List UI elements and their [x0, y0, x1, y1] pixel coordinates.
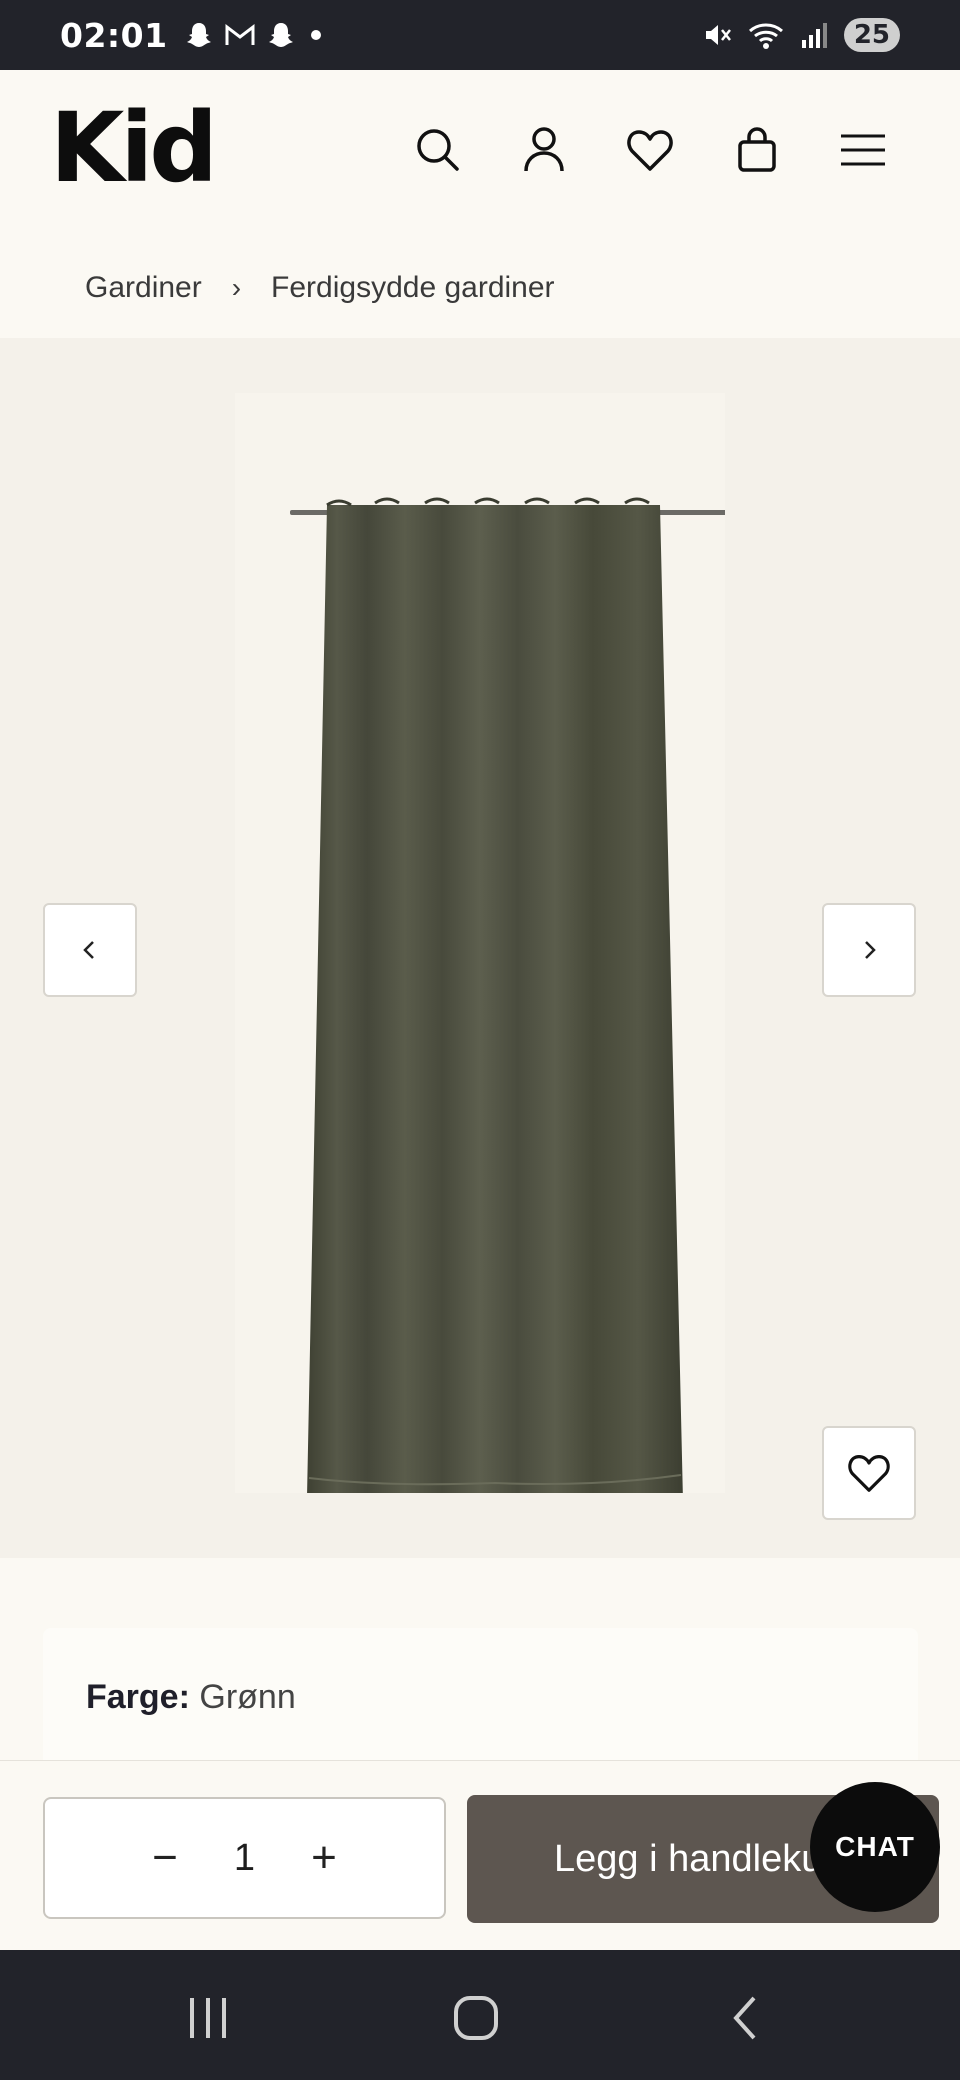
wishlist-icon [627, 130, 673, 171]
gallery-next-button[interactable] [822, 903, 916, 997]
status-bar: 02:01 25 [0, 0, 960, 70]
favorite-button[interactable] [822, 1426, 916, 1520]
dot-icon [310, 30, 321, 40]
back-icon [733, 1996, 756, 2040]
breadcrumb: Gardiner › Ferdigsydde gardiner [0, 238, 960, 338]
cart-icon [738, 127, 776, 172]
snapchat-icon [268, 23, 293, 47]
home-button[interactable] [446, 1990, 506, 2046]
logo[interactable]: Kid [50, 100, 218, 196]
quantity-decrease-button[interactable]: − [145, 1833, 185, 1883]
product-gallery [0, 338, 960, 1558]
color-selector[interactable]: Farge: Grønn [43, 1628, 918, 1778]
mute-icon [705, 25, 731, 45]
breadcrumb-link-gardiner[interactable]: Gardiner [85, 271, 202, 305]
gallery-prev-button[interactable] [43, 903, 137, 997]
breadcrumb-link-ferdigsydde-gardiner[interactable]: Ferdigsydde gardiner [271, 271, 555, 305]
system-nav-bar [0, 1950, 960, 2080]
wishlist-button[interactable] [620, 120, 680, 180]
menu-button[interactable] [833, 120, 893, 180]
chat-label: CHAT [835, 1831, 915, 1862]
quantity-value[interactable]: 1 [234, 1837, 255, 1880]
chevron-left-icon [83, 941, 94, 959]
product-image[interactable] [235, 393, 730, 1509]
menu-icon [841, 134, 885, 166]
gmail-icon [225, 23, 255, 45]
search-button[interactable] [408, 120, 468, 180]
recent-apps-icon [190, 1998, 226, 2038]
cart-button[interactable] [727, 120, 787, 180]
signal-icon [801, 23, 827, 48]
search-icon [417, 129, 459, 171]
chevron-right-icon [865, 941, 876, 959]
color-value: Grønn [199, 1678, 296, 1716]
home-icon [454, 1996, 498, 2040]
back-button[interactable] [716, 1990, 776, 2046]
recent-apps-button[interactable] [178, 1990, 238, 2046]
chat-button[interactable]: CHAT [810, 1782, 940, 1912]
snapchat-icon [186, 23, 211, 47]
quantity-increase-button[interactable]: + [304, 1833, 344, 1883]
notification-icons [184, 20, 326, 50]
curtain-image [290, 497, 730, 1509]
battery-indicator: 25 [843, 18, 900, 52]
account-icon [524, 127, 564, 172]
status-time: 02:01 [60, 15, 168, 55]
add-to-cart-label: Legg i handlekurv [554, 1837, 854, 1880]
account-button[interactable] [514, 120, 574, 180]
breadcrumb-separator-icon: › [231, 272, 242, 303]
color-label: Farge: [86, 1678, 190, 1716]
site-header: Kid [0, 70, 960, 238]
heart-icon [848, 1455, 890, 1492]
quantity-stepper: − 1 + [43, 1797, 446, 1919]
wifi-icon [748, 23, 783, 49]
